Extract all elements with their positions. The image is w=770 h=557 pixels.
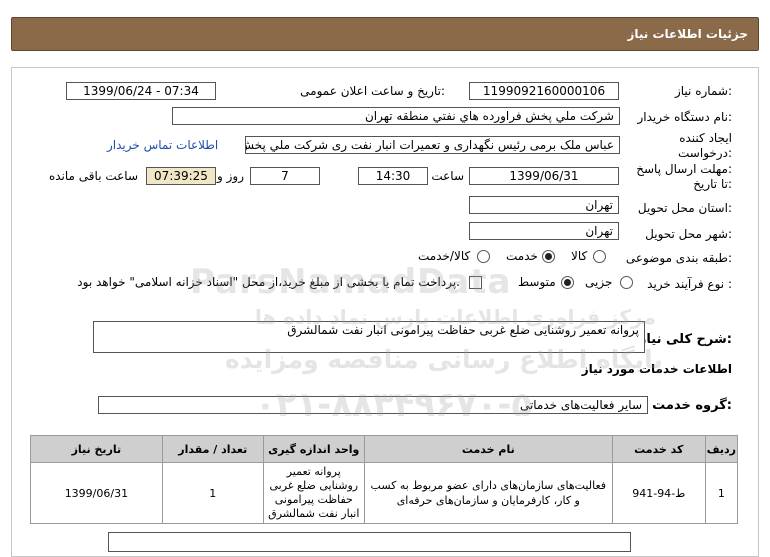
need-number-label: شماره نیاز:: [674, 84, 732, 98]
cell-date: 1399/06/31: [30, 462, 163, 524]
bottom-field: [108, 532, 631, 552]
process-minor-label: جزیی: [585, 275, 613, 289]
services-section-title: اطلاعات خدمات مورد نیاز: [581, 362, 732, 376]
category-goods-service-radio[interactable]: [477, 250, 490, 263]
process-medium-label: متوسط: [518, 275, 556, 289]
col-unit: واحد اندازه گیری: [262, 435, 365, 463]
category-service-radio[interactable]: [542, 250, 555, 263]
category-label: طبقه بندی موضوعی:: [625, 251, 732, 265]
cell-name: فعالیت‌های سازمان‌های دارای عضو مربوط به…: [363, 462, 613, 524]
deadline-label-2: تا تاریخ:: [693, 177, 732, 191]
creator-label-1: ایجاد کننده: [679, 131, 732, 145]
cell-unit: پروانه تعمیر روشنایی ضلع غربی حفاظت پیرا…: [262, 462, 365, 524]
process-label: نوع فرآیند خرید :: [647, 277, 732, 291]
creator-label-2: درخواست:: [678, 146, 732, 160]
city-label: شهر محل تحویل:: [645, 227, 732, 241]
col-date: تاریخ نیاز: [30, 435, 163, 463]
table-row: 1 ط-94-941 فعالیت‌های سازمان‌های دارای ع…: [30, 462, 739, 524]
province-label: استان محل تحویل:: [637, 201, 732, 215]
treasury-payment-note: پرداخت تمام یا بخشی از مبلغ خرید،از محل …: [77, 275, 460, 289]
services-table: ردیف کد خدمت نام خدمت واحد اندازه گیری ت…: [30, 435, 739, 524]
process-minor-radio[interactable]: [620, 276, 633, 289]
category-service-label: خدمت: [506, 249, 538, 263]
category-goods-radio[interactable]: [593, 250, 606, 263]
description-field: پروانه تعمیر روشنایی ضلع غربی حفاظت پیرا…: [93, 321, 645, 353]
service-group-label: گروه خدمت:: [652, 398, 732, 413]
remaining-time-field: 07:39:25: [146, 167, 216, 185]
cell-code: ط-94-941: [611, 462, 706, 524]
days-label: روز و: [217, 169, 244, 183]
col-name: نام خدمت: [363, 435, 613, 463]
description-label: شرح کلی نیاز:: [638, 332, 732, 347]
buyer-label: نام دستگاه خریدار:: [637, 110, 733, 124]
city-field: تهران: [469, 222, 619, 240]
treasury-payment-checkbox[interactable]: [469, 276, 482, 289]
process-medium-radio[interactable]: [561, 276, 574, 289]
deadline-date-field: 1399/06/31: [469, 167, 619, 185]
need-number-field: 1199092160000106: [469, 82, 619, 100]
deadline-time-field: 14:30: [358, 167, 428, 185]
col-qty: تعداد / مقدار: [161, 435, 264, 463]
category-goods-service-label: کالا/خدمت: [418, 249, 471, 263]
page-header: جزئیات اطلاعات نیاز: [11, 17, 759, 51]
time-label: ساعت: [431, 169, 464, 183]
buyer-field: شرکت ملي پخش فراورده هاي نفتي منطقه تهرا…: [172, 107, 620, 125]
buyer-contact-link[interactable]: اطلاعات تماس خریدار: [107, 138, 218, 152]
page-title: جزئیات اطلاعات نیاز: [627, 27, 748, 41]
deadline-label-1: مهلت ارسال پاسخ:: [636, 162, 732, 176]
remaining-label: ساعت باقی مانده: [48, 169, 138, 183]
announce-label: تاریخ و ساعت اعلان عمومی:: [300, 84, 445, 98]
cell-row: 1: [704, 462, 739, 524]
category-goods-label: کالا: [571, 249, 588, 263]
cell-qty: 1: [161, 462, 264, 524]
province-field: تهران: [469, 196, 619, 214]
service-group-field: سایر فعالیت‌های خدماتی: [98, 396, 648, 414]
table-header-row: ردیف کد خدمت نام خدمت واحد اندازه گیری ت…: [30, 435, 739, 463]
col-row: ردیف: [704, 435, 739, 463]
days-field: 7: [250, 167, 320, 185]
announce-datetime-field: 1399/06/24 - 07:34: [66, 82, 216, 100]
creator-field: عباس ملک برمی رئیس نگهداری و تعمیرات انب…: [245, 136, 620, 154]
col-code: کد خدمت: [611, 435, 706, 463]
